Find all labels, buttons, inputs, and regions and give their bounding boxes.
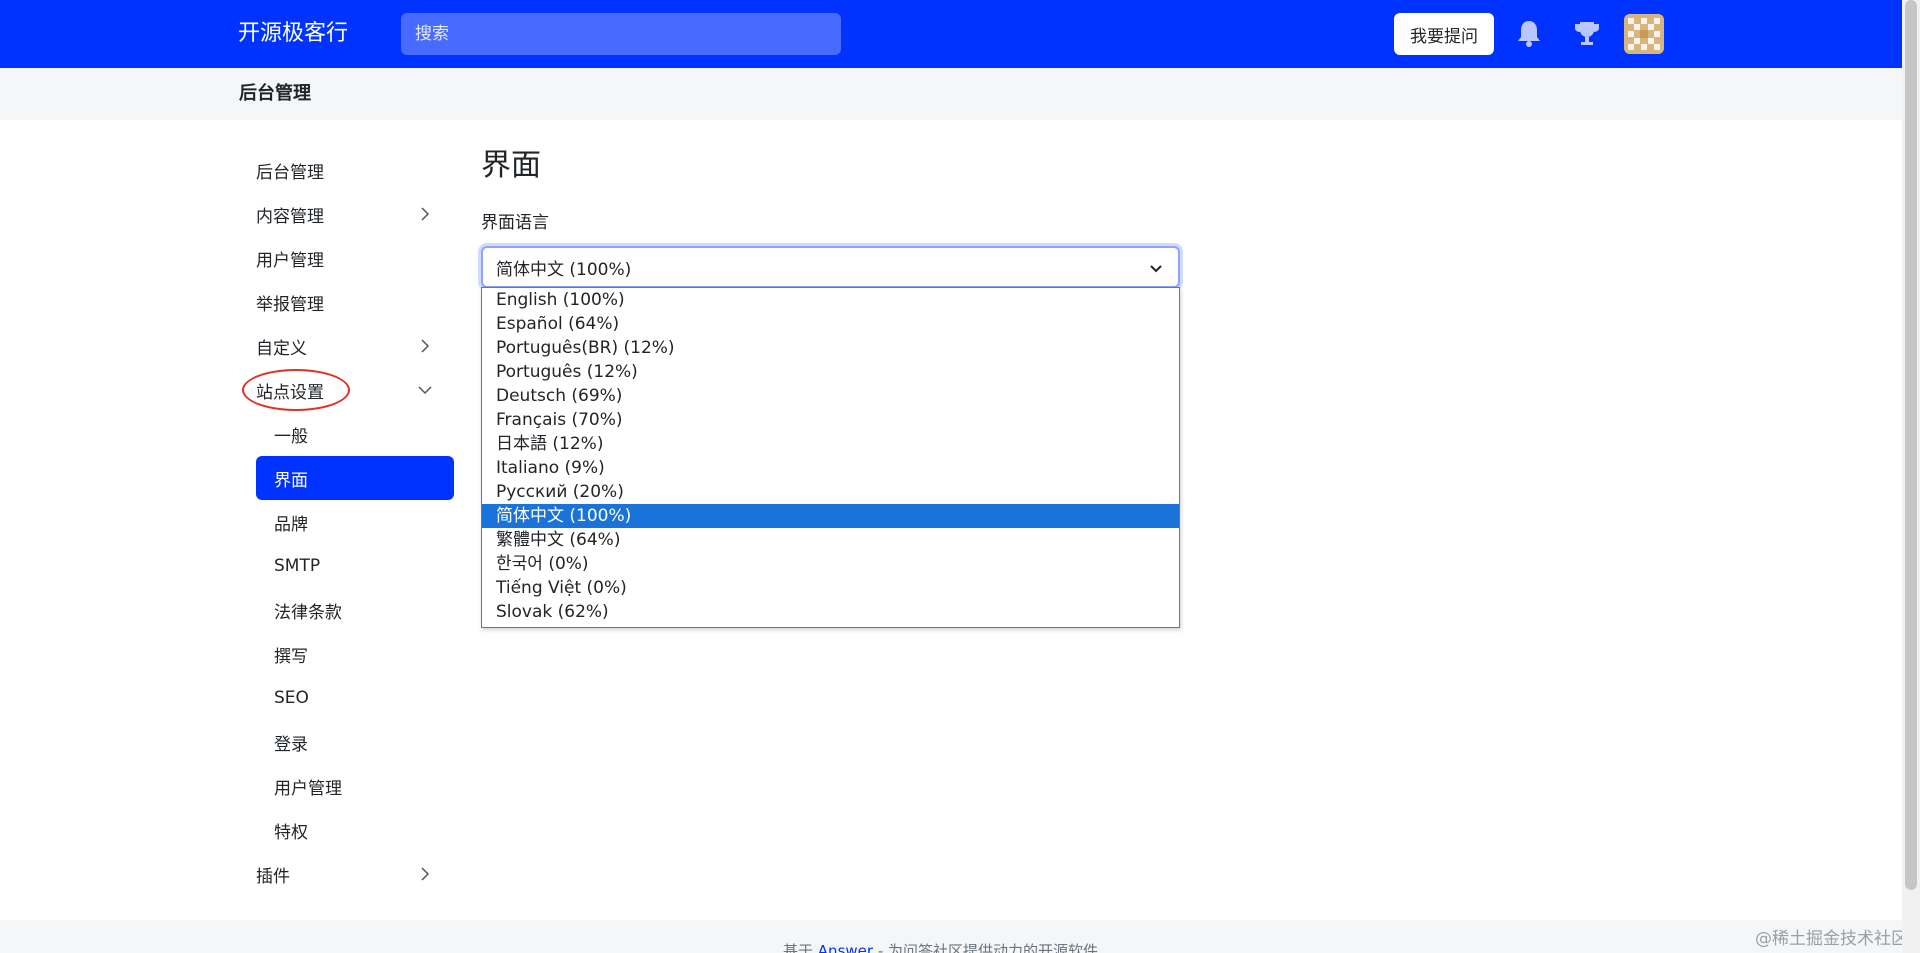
sidebar-item[interactable]: 插件 xyxy=(256,852,454,896)
page-title: 界面 xyxy=(481,148,541,183)
chevron-down-icon xyxy=(418,386,432,395)
language-option[interactable]: Français (70%) xyxy=(482,408,1179,432)
sidebar-item[interactable]: 登录 xyxy=(256,720,454,764)
chevron-right-icon xyxy=(421,207,430,221)
sidebar-item-label: 后台管理 xyxy=(256,162,324,183)
select-value: 简体中文 (100%) xyxy=(496,259,632,280)
language-option[interactable]: 繁體中文 (64%) xyxy=(482,528,1179,552)
footer: 基于 Answer - 为问答社区提供动力的开源软件 xyxy=(0,920,1902,953)
sidebar-item[interactable]: 用户管理 xyxy=(256,236,454,280)
top-navbar: 开源极客行 我要提问 xyxy=(0,0,1902,68)
language-option[interactable]: 한국어 (0%) xyxy=(482,552,1179,576)
language-dropdown-list: English (100%) Español (64%) Português(BR)… xyxy=(481,287,1180,628)
sidebar-item-label: 内容管理 xyxy=(256,206,324,227)
sidebar-item[interactable]: 举报管理 xyxy=(256,280,454,324)
trophy-icon[interactable] xyxy=(1570,16,1604,50)
language-option[interactable]: Italiano (9%) xyxy=(482,456,1179,480)
footer-suffix: - 为问答社区提供动力的开源软件 xyxy=(877,942,1099,953)
chevron-down-icon xyxy=(1150,265,1162,273)
sidebar-item-label: 一般 xyxy=(274,426,308,447)
sidebar-item[interactable]: 后台管理 xyxy=(256,148,454,192)
sidebar-item-label: 用户管理 xyxy=(274,778,342,799)
footer-answer-link[interactable]: Answer xyxy=(818,942,873,953)
sidebar-item[interactable]: 特权 xyxy=(256,808,454,852)
language-option[interactable]: Deutsch (69%) xyxy=(482,384,1179,408)
sidebar-item[interactable]: 界面 xyxy=(256,456,454,500)
sidebar-item-label: 品牌 xyxy=(274,514,308,535)
footer-prefix: 基于 xyxy=(783,942,814,953)
sidebar-item[interactable]: SEO xyxy=(256,676,454,720)
sidebar-item-label: 用户管理 xyxy=(256,250,324,271)
sidebar-item-label: 法律条款 xyxy=(274,602,342,623)
scrollbar-thumb[interactable] xyxy=(1905,0,1917,890)
bell-icon[interactable] xyxy=(1512,16,1546,50)
interface-language-select[interactable]: 简体中文 (100%) xyxy=(481,246,1180,288)
sidebar-item[interactable]: 站点设置 xyxy=(242,368,454,412)
chevron-right-icon xyxy=(421,867,430,881)
sidebar-item[interactable]: 用户管理 xyxy=(256,764,454,808)
chevron-right-icon xyxy=(421,339,430,353)
brand-logo[interactable]: 开源极客行 xyxy=(238,18,348,50)
sidebar-item-label: SEO xyxy=(274,688,309,708)
language-option[interactable]: Português (12%) xyxy=(482,360,1179,384)
language-option[interactable]: English (100%) xyxy=(482,288,1179,312)
sidebar-item-label: 自定义 xyxy=(256,338,307,359)
sidebar-item-label: 特权 xyxy=(274,822,308,843)
sidebar-item-label: 插件 xyxy=(256,866,290,887)
ask-question-button[interactable]: 我要提问 xyxy=(1394,13,1494,55)
sidebar-item[interactable]: 一般 xyxy=(256,412,454,456)
sidebar-item-label: SMTP xyxy=(274,556,321,576)
language-option[interactable]: Español (64%) xyxy=(482,312,1179,336)
sidebar-item[interactable]: 内容管理 xyxy=(256,192,454,236)
page-scrollbar[interactable] xyxy=(1902,0,1920,953)
language-option[interactable]: 日本語 (12%) xyxy=(482,432,1179,456)
red-circle-annotation xyxy=(242,369,350,411)
sidebar-item[interactable]: 自定义 xyxy=(256,324,454,368)
language-option[interactable]: Slovak (62%) xyxy=(482,600,1179,624)
subheader-title: 后台管理 xyxy=(239,83,311,104)
sidebar-item-label: 登录 xyxy=(274,734,308,755)
footer-text: 基于 Answer - 为问答社区提供动力的开源软件 xyxy=(783,940,1098,953)
language-option[interactable]: Tiếng Việt (0%) xyxy=(482,576,1179,600)
sidebar-item-label: 举报管理 xyxy=(256,294,324,315)
avatar[interactable] xyxy=(1624,14,1664,54)
language-option[interactable]: 简体中文 (100%) xyxy=(482,504,1179,528)
sidebar-item[interactable]: 撰写 xyxy=(256,632,454,676)
sidebar-item[interactable]: SMTP xyxy=(256,544,454,588)
watermark: @稀土掘金技术社区 xyxy=(1755,929,1908,949)
admin-subheader: 后台管理 xyxy=(0,68,1902,120)
search-input[interactable] xyxy=(401,13,841,55)
sidebar-item-label: 撰写 xyxy=(274,646,308,667)
language-option[interactable]: Português(BR) (12%) xyxy=(482,336,1179,360)
sidebar-item[interactable]: 品牌 xyxy=(256,500,454,544)
language-option[interactable]: Русский (20%) xyxy=(482,480,1179,504)
interface-language-label: 界面语言 xyxy=(481,213,549,233)
admin-sidebar: 后台管理 内容管理 用户管理 举报管理 自定义 站点设置 一般 界面 品牌 SMTP 法律条款 撰写 S… xyxy=(242,148,454,896)
sidebar-item[interactable]: 法律条款 xyxy=(256,588,454,632)
sidebar-item-label: 界面 xyxy=(274,470,308,491)
